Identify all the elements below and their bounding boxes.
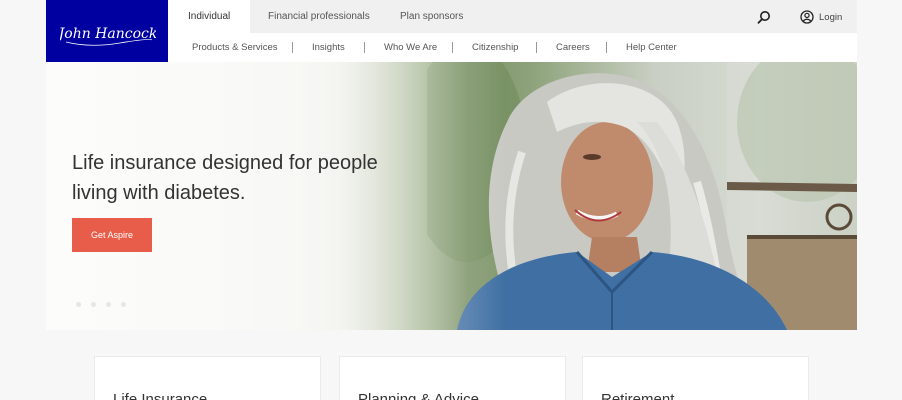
login-button[interactable]: Login bbox=[800, 9, 842, 25]
hero-banner: Life insurance designed for people livin… bbox=[46, 62, 857, 330]
logo-signature-icon: John Hancock bbox=[60, 26, 156, 46]
login-label: Login bbox=[819, 11, 843, 23]
carousel-dots bbox=[76, 302, 126, 307]
get-aspire-button[interactable]: Get Aspire bbox=[72, 218, 152, 252]
tab-financial-professionals[interactable]: Financial professionals bbox=[248, 0, 390, 33]
nav-divider bbox=[452, 42, 453, 53]
nav-divider bbox=[536, 42, 537, 53]
nav-careers[interactable]: Careers bbox=[556, 33, 590, 62]
carousel-dot[interactable] bbox=[121, 302, 126, 307]
nav-help-center[interactable]: Help Center bbox=[626, 33, 677, 62]
audience-bar: Individual Financial professionals Plan … bbox=[168, 0, 857, 33]
tab-plan-sponsors[interactable]: Plan sponsors bbox=[380, 0, 483, 33]
nav-insights[interactable]: Insights bbox=[312, 33, 345, 62]
carousel-dot[interactable] bbox=[91, 302, 96, 307]
site-container: John Hancock Individual Financial profes… bbox=[46, 0, 857, 330]
search-button[interactable] bbox=[756, 9, 772, 25]
main-navigation: Products & Services Insights Who We Are … bbox=[168, 33, 857, 62]
nav-divider bbox=[292, 42, 293, 53]
nav-products-services[interactable]: Products & Services bbox=[192, 33, 278, 62]
card-retirement[interactable]: Retirement bbox=[582, 356, 809, 400]
search-icon bbox=[757, 11, 770, 24]
john-hancock-logo[interactable]: John Hancock bbox=[46, 0, 168, 62]
carousel-dot[interactable] bbox=[76, 302, 81, 307]
card-title: Life Insurance bbox=[113, 391, 208, 400]
nav-divider bbox=[364, 42, 365, 53]
nav-who-we-are[interactable]: Who We Are bbox=[384, 33, 437, 62]
carousel-dot[interactable] bbox=[106, 302, 111, 307]
card-life-insurance[interactable]: Life Insurance bbox=[94, 356, 321, 400]
user-circle-icon bbox=[800, 10, 814, 24]
card-planning-advice[interactable]: Planning & Advice bbox=[339, 356, 566, 400]
hero-headline: Life insurance designed for people livin… bbox=[72, 152, 378, 204]
card-title: Planning & Advice bbox=[358, 391, 479, 400]
nav-citizenship[interactable]: Citizenship bbox=[472, 33, 518, 62]
tab-individual[interactable]: Individual bbox=[168, 0, 251, 33]
card-title: Retirement bbox=[601, 391, 675, 400]
nav-divider bbox=[606, 42, 607, 53]
